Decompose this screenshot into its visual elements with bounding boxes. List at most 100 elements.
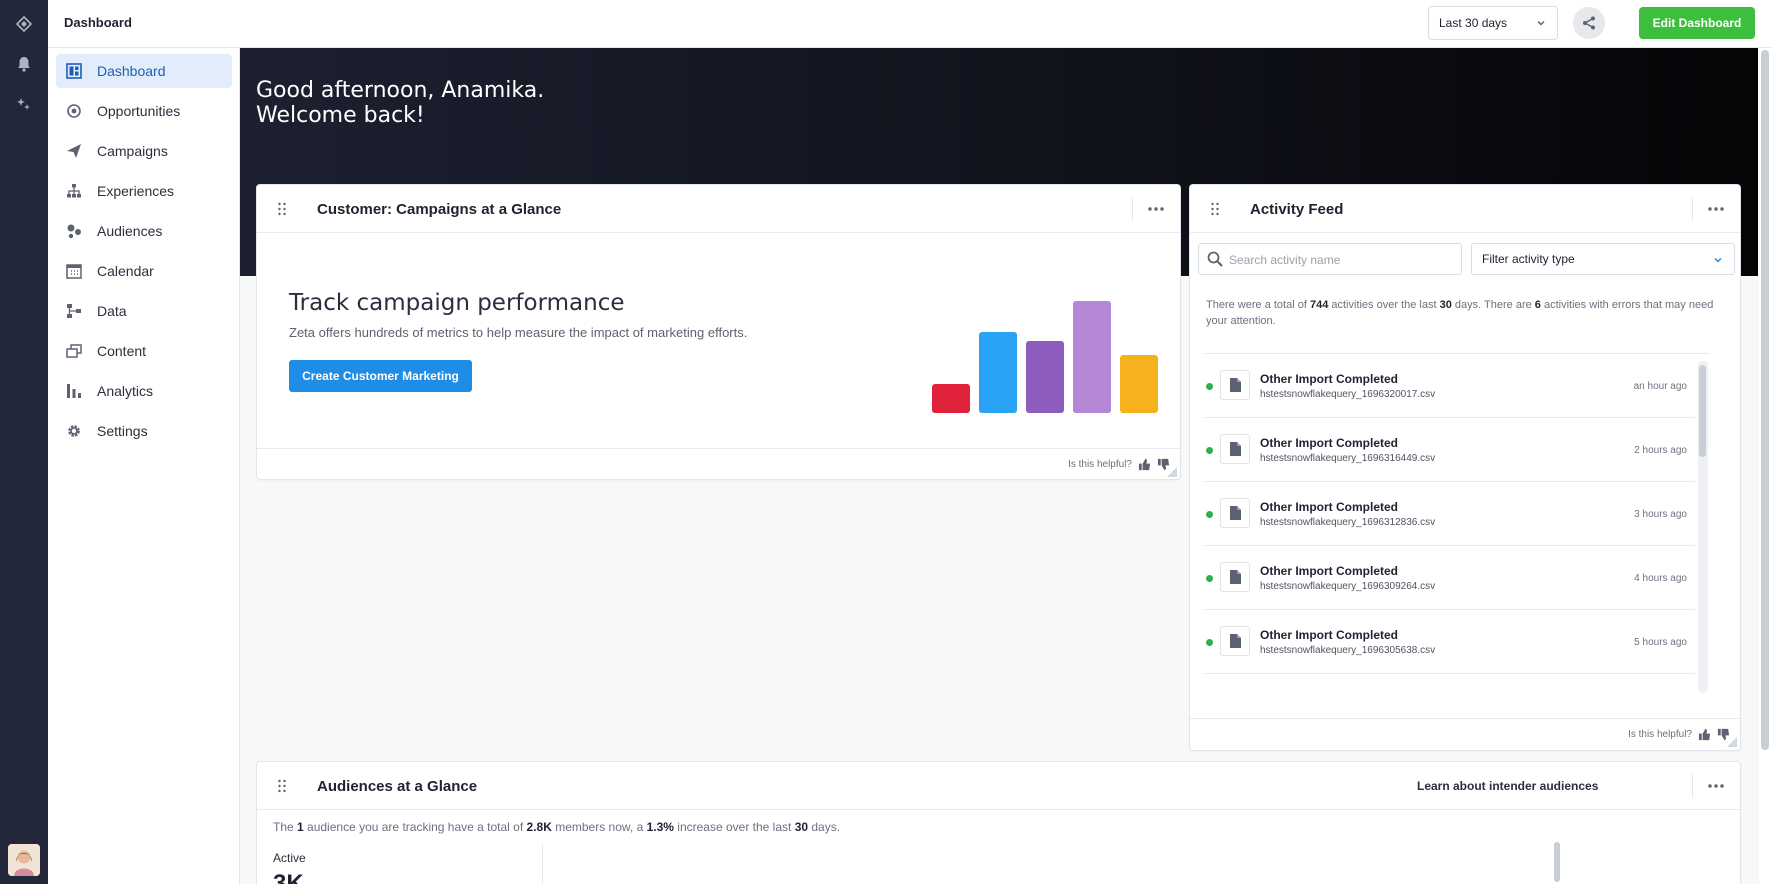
share-button[interactable] xyxy=(1573,7,1605,39)
activity-scrollbar-thumb[interactable] xyxy=(1699,365,1706,457)
activity-feed-card: Activity Feed Filter activity type There… xyxy=(1189,184,1741,751)
chevron-down-icon xyxy=(1714,257,1722,263)
activity-type-filter[interactable]: Filter activity type xyxy=(1471,243,1735,275)
activity-file: hstestsnowflakequery_1696312836.csv xyxy=(1260,517,1436,528)
audiences-card: Audiences at a Glance Learn about intend… xyxy=(256,761,1741,884)
calendar-icon xyxy=(65,262,83,280)
learn-intender-audiences-link[interactable]: Learn about intender audiences xyxy=(1417,779,1598,793)
stat-divider xyxy=(542,844,543,884)
list-item[interactable]: Other Import Completed hstestsnowflakequ… xyxy=(1204,354,1695,418)
activity-time: 4 hours ago xyxy=(1634,573,1687,584)
list-item[interactable]: Other Import Completed hstestsnowflakequ… xyxy=(1204,482,1695,546)
activity-file: hstestsnowflakequery_1696305638.csv xyxy=(1260,645,1436,656)
activity-time: 5 hours ago xyxy=(1634,637,1687,648)
sidebar-item-label: Opportunities xyxy=(97,103,181,119)
list-item[interactable]: Other Import Completed hstestsnowflakequ… xyxy=(1204,418,1695,482)
sidebar-item-data[interactable]: Data xyxy=(56,294,232,328)
sidebar-item-calendar[interactable]: Calendar xyxy=(56,254,232,288)
more-options-button[interactable] xyxy=(1700,774,1732,798)
sidebar-item-experiences[interactable]: Experiences xyxy=(56,174,232,208)
resize-handle-icon[interactable] xyxy=(1727,737,1737,747)
hierarchy-icon xyxy=(65,182,83,200)
activity-search[interactable] xyxy=(1198,243,1462,275)
sidebar-item-label: Content xyxy=(97,343,147,359)
sidebar-item-label: Audiences xyxy=(97,223,163,239)
drag-handle-icon[interactable] xyxy=(277,202,287,216)
campaign-subtext: Zeta offers hundreds of metrics to help … xyxy=(289,325,748,340)
search-icon xyxy=(1207,251,1223,267)
sparkle-icon[interactable] xyxy=(0,90,48,118)
card-title: Audiences at a Glance xyxy=(317,778,478,795)
file-icon xyxy=(1220,434,1250,464)
activity-title: Other Import Completed xyxy=(1260,628,1399,642)
activity-title: Other Import Completed xyxy=(1260,372,1399,386)
sidebar-item-analytics[interactable]: Analytics xyxy=(56,374,232,408)
list-item[interactable]: Other Import Completed hstestsnowflakequ… xyxy=(1204,610,1695,674)
card-footer: Is this helpful? xyxy=(1190,718,1740,750)
sidebar-item-opportunities[interactable]: Opportunities xyxy=(56,94,232,128)
header-divider xyxy=(1692,774,1693,798)
card-header: Audiences at a Glance Learn about intend… xyxy=(257,762,1740,810)
bell-icon[interactable] xyxy=(0,50,48,78)
edit-dashboard-button[interactable]: Edit Dashboard xyxy=(1639,7,1755,39)
more-options-button[interactable] xyxy=(1700,197,1732,221)
file-icon xyxy=(1220,626,1250,656)
audience-summary: The 1 audience you are tracking have a t… xyxy=(273,820,841,834)
thumbs-up-icon[interactable] xyxy=(1698,728,1711,741)
illustration-bar xyxy=(1073,301,1111,413)
chevron-down-icon xyxy=(1537,20,1545,26)
user-avatar[interactable] xyxy=(8,844,40,876)
sidebar-item-label: Data xyxy=(97,303,127,319)
list-item[interactable]: Other Import Completed hstestsnowflakequ… xyxy=(1204,546,1695,610)
audience-nodes-icon xyxy=(65,222,83,240)
sidebar-item-label: Calendar xyxy=(97,263,154,279)
drag-handle-icon[interactable] xyxy=(277,779,287,793)
audience-scrollbar-thumb[interactable] xyxy=(1554,842,1560,882)
active-label: Active xyxy=(273,851,306,865)
helpful-feedback: Is this helpful? xyxy=(1628,728,1730,741)
content-stack-icon xyxy=(65,342,83,360)
header-divider xyxy=(1132,197,1133,221)
dashboard-icon xyxy=(65,62,83,80)
more-dots-icon xyxy=(1148,207,1164,211)
active-count: 3K xyxy=(273,870,304,884)
search-input[interactable] xyxy=(1229,250,1449,270)
top-header: Dashboard Last 30 days Edit Dashboard xyxy=(48,0,1771,48)
more-dots-icon xyxy=(1708,207,1724,211)
zeta-logo-icon[interactable] xyxy=(0,10,48,38)
activity-list: Other Import Completed hstestsnowflakequ… xyxy=(1204,353,1710,693)
bar-chart-illustration xyxy=(932,301,1158,413)
sidebar-item-dashboard[interactable]: Dashboard xyxy=(56,54,232,88)
create-customer-marketing-button[interactable]: Create Customer Marketing xyxy=(289,360,472,392)
sidebar-item-settings[interactable]: Settings xyxy=(56,414,232,448)
sidebar-item-label: Analytics xyxy=(97,383,154,399)
paper-plane-icon xyxy=(65,142,83,160)
activity-file: hstestsnowflakequery_1696320017.csv xyxy=(1260,389,1436,400)
activity-title: Other Import Completed xyxy=(1260,436,1399,450)
date-range-select[interactable]: Last 30 days xyxy=(1428,6,1558,40)
page-scrollbar-thumb[interactable] xyxy=(1761,50,1769,750)
campaign-headline: Track campaign performance xyxy=(289,290,625,316)
sidebar-item-campaigns[interactable]: Campaigns xyxy=(56,134,232,168)
page-title: Dashboard xyxy=(64,15,132,30)
app-rail xyxy=(0,0,48,884)
header-divider xyxy=(1692,197,1693,221)
sidebar-item-label: Dashboard xyxy=(97,63,166,79)
card-title: Customer: Campaigns at a Glance xyxy=(317,201,562,218)
drag-handle-icon[interactable] xyxy=(1210,202,1220,216)
more-options-button[interactable] xyxy=(1140,197,1172,221)
activity-time: 3 hours ago xyxy=(1634,509,1687,520)
bar-chart-icon xyxy=(65,382,83,400)
file-icon xyxy=(1220,370,1250,400)
card-header: Customer: Campaigns at a Glance xyxy=(257,185,1180,233)
sidebar-item-audiences[interactable]: Audiences xyxy=(56,214,232,248)
campaigns-card: Customer: Campaigns at a Glance Track ca… xyxy=(256,184,1181,480)
file-icon xyxy=(1220,498,1250,528)
resize-handle-icon[interactable] xyxy=(1167,467,1177,477)
sidebar-item-content[interactable]: Content xyxy=(56,334,232,368)
status-dot xyxy=(1206,511,1213,518)
activity-file: hstestsnowflakequery_1696309264.csv xyxy=(1260,581,1436,592)
status-dot xyxy=(1206,383,1213,390)
thumbs-up-icon[interactable] xyxy=(1138,458,1151,471)
illustration-bar xyxy=(932,384,970,413)
